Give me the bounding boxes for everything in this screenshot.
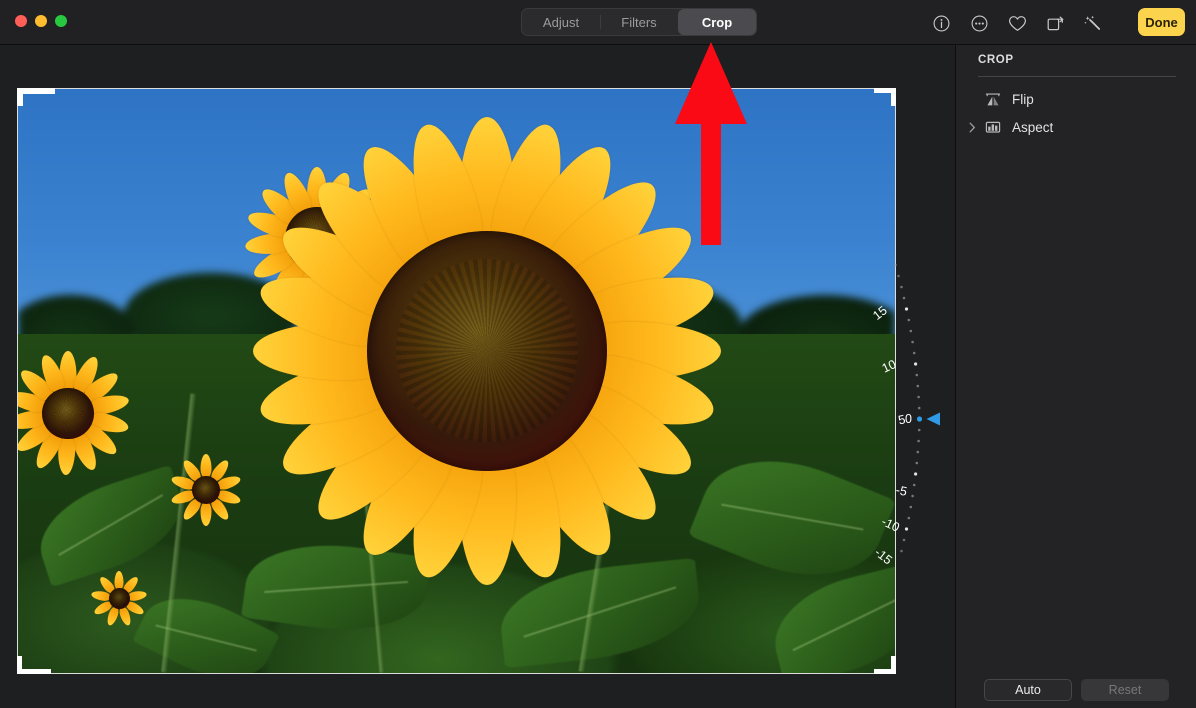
rotate-icon[interactable]	[1036, 10, 1074, 36]
background-sunflower	[88, 568, 150, 630]
auto-enhance-magic-wand-icon[interactable]	[1074, 10, 1112, 36]
dial-tick-label: -10	[879, 514, 901, 534]
straighten-rotation-dial[interactable]: 15 10 5 0 -5 -10 -15	[870, 260, 955, 567]
dial-tick-label: -5	[894, 483, 908, 499]
photo-canvas: 15 10 5 0 -5 -10 -15	[0, 45, 955, 708]
reset-button: Reset	[1081, 679, 1169, 701]
info-icon[interactable]	[922, 10, 960, 36]
flip-icon	[982, 90, 1004, 108]
crop-handle-top-right[interactable]	[891, 88, 896, 106]
tab-adjust[interactable]: Adjust	[522, 9, 600, 35]
close-window-button[interactable]	[15, 15, 27, 27]
auto-button[interactable]: Auto	[984, 679, 1072, 701]
flower-disc	[108, 588, 130, 610]
panel-divider	[978, 76, 1176, 77]
panel-title: CROP	[978, 54, 1014, 66]
tab-filters[interactable]: Filters	[600, 9, 678, 35]
window-controls	[15, 15, 67, 27]
dial-tick-label: 10	[880, 357, 899, 376]
crop-handle-top-left[interactable]	[17, 88, 23, 106]
toolbar-icon-group	[922, 10, 1112, 36]
edit-mode-segmented-control: Adjust Filters Crop	[521, 8, 757, 36]
sidebar-action-buttons: Auto Reset	[956, 679, 1196, 701]
dial-indicator-triangle	[926, 412, 940, 426]
dial-zero-dot	[916, 416, 923, 422]
maximize-window-button[interactable]	[55, 15, 67, 27]
main-sunflower	[237, 101, 737, 601]
flower-disc	[367, 230, 608, 471]
crop-handle-bottom-right[interactable]	[891, 656, 896, 674]
crop-frame[interactable]	[17, 88, 896, 674]
sidebar-item-label: Flip	[1012, 91, 1034, 107]
tab-crop[interactable]: Crop	[678, 9, 756, 35]
done-button[interactable]: Done	[1138, 8, 1185, 36]
aspect-icon	[982, 118, 1004, 136]
background-sunflower	[167, 451, 245, 529]
favorite-heart-icon[interactable]	[998, 10, 1036, 36]
photos-edit-window: Adjust Filters Crop Done 15 10 5 0 -5 -1…	[0, 0, 1196, 708]
dial-tick-label: 0	[905, 412, 912, 426]
crop-options-sidebar: CROP › Flip	[955, 45, 1196, 708]
flower-disc	[192, 476, 221, 505]
photo-image	[18, 89, 895, 673]
sidebar-item-flip[interactable]: › Flip	[956, 86, 1196, 112]
crop-handle-bottom-left[interactable]	[17, 656, 22, 674]
flower-disc	[42, 387, 94, 440]
sidebar-item-label: Aspect	[1012, 119, 1054, 135]
chevron-right-icon[interactable]	[964, 122, 980, 133]
sidebar-item-aspect[interactable]: Aspect	[956, 114, 1196, 140]
crop-handle-bottom-left[interactable]	[17, 669, 51, 674]
window-titlebar: Adjust Filters Crop Done	[0, 0, 1196, 45]
more-options-icon[interactable]	[960, 10, 998, 36]
minimize-window-button[interactable]	[35, 15, 47, 27]
